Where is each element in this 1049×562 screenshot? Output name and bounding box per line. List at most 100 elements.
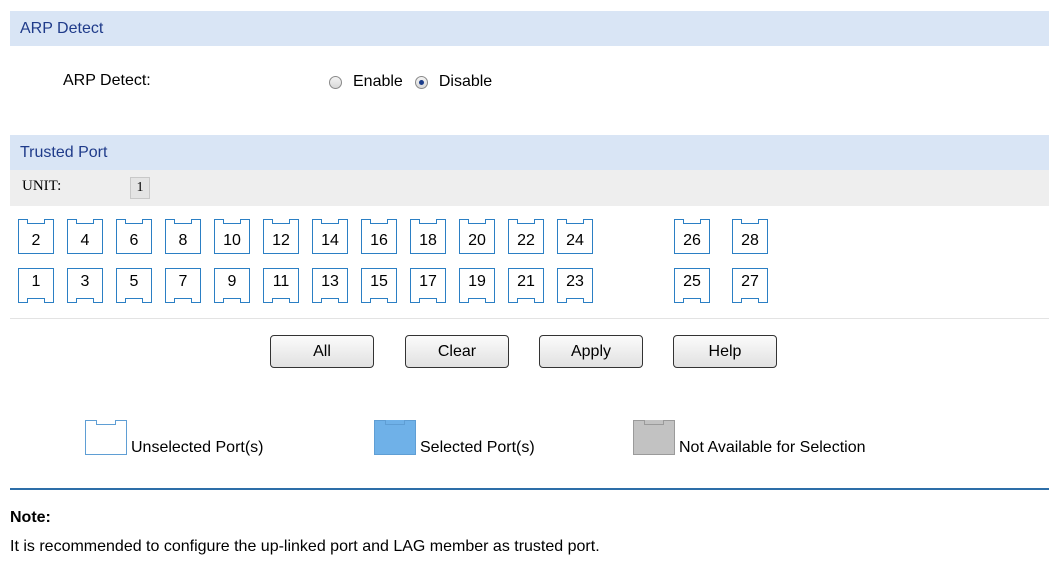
port-number: 6 xyxy=(129,232,139,249)
port-15[interactable]: 15 xyxy=(361,268,397,303)
port-notch xyxy=(517,219,535,224)
port-number: 28 xyxy=(741,232,759,249)
port-8[interactable]: 8 xyxy=(165,219,201,254)
port-4[interactable]: 4 xyxy=(67,219,103,254)
port-number: 27 xyxy=(741,273,759,290)
port-notch xyxy=(517,298,535,303)
port-23[interactable]: 23 xyxy=(557,268,593,303)
port-number: 9 xyxy=(227,273,237,290)
clear-button[interactable]: Clear xyxy=(405,335,509,368)
unselected-port-icon xyxy=(85,420,127,455)
port-17[interactable]: 17 xyxy=(410,268,446,303)
port-19[interactable]: 19 xyxy=(459,268,495,303)
note-title: Note: xyxy=(10,509,51,526)
port-28[interactable]: 28 xyxy=(732,219,768,254)
port-notch xyxy=(419,298,437,303)
disable-radio-label[interactable]: Disable xyxy=(439,73,492,91)
port-number: 16 xyxy=(370,232,388,249)
port-number: 7 xyxy=(178,273,188,290)
port-notch xyxy=(223,298,241,303)
port-number: 23 xyxy=(566,273,584,290)
port-22[interactable]: 22 xyxy=(508,219,544,254)
port-number: 24 xyxy=(566,232,584,249)
port-number: 22 xyxy=(517,232,535,249)
port-notch xyxy=(76,219,94,224)
port-notch xyxy=(321,298,339,303)
port-12[interactable]: 12 xyxy=(263,219,299,254)
port-6[interactable]: 6 xyxy=(116,219,152,254)
unselected-legend-label: Unselected Port(s) xyxy=(131,439,264,456)
port-5[interactable]: 5 xyxy=(116,268,152,303)
port-20[interactable]: 20 xyxy=(459,219,495,254)
port-14[interactable]: 14 xyxy=(312,219,348,254)
enable-radio-label[interactable]: Enable xyxy=(353,73,403,91)
port-10[interactable]: 10 xyxy=(214,219,250,254)
port-18[interactable]: 18 xyxy=(410,219,446,254)
port-notch xyxy=(272,219,290,224)
port-1[interactable]: 1 xyxy=(18,268,54,303)
port-7[interactable]: 7 xyxy=(165,268,201,303)
help-button[interactable]: Help xyxy=(673,335,777,368)
note-divider xyxy=(10,488,1049,490)
port-3[interactable]: 3 xyxy=(67,268,103,303)
port-21[interactable]: 21 xyxy=(508,268,544,303)
port-24[interactable]: 24 xyxy=(557,219,593,254)
port-notch xyxy=(321,219,339,224)
legend-port-notch xyxy=(385,420,405,425)
enable-radio[interactable] xyxy=(329,75,342,89)
port-notch xyxy=(683,298,701,303)
port-notch xyxy=(174,298,192,303)
port-number: 19 xyxy=(468,273,486,290)
port-2[interactable]: 2 xyxy=(18,219,54,254)
selected-legend-label: Selected Port(s) xyxy=(420,439,535,456)
port-notch xyxy=(223,219,241,224)
all-button[interactable]: All xyxy=(270,335,374,368)
port-11[interactable]: 11 xyxy=(263,268,299,303)
port-notch xyxy=(683,219,701,224)
port-number: 1 xyxy=(31,273,41,290)
port-number: 18 xyxy=(419,232,437,249)
port-number: 26 xyxy=(683,232,701,249)
port-number: 17 xyxy=(419,273,437,290)
port-number: 15 xyxy=(370,273,388,290)
unavailable-port-icon xyxy=(633,420,675,455)
apply-button[interactable]: Apply xyxy=(539,335,643,368)
port-9[interactable]: 9 xyxy=(214,268,250,303)
port-13[interactable]: 13 xyxy=(312,268,348,303)
port-notch xyxy=(370,298,388,303)
port-notch xyxy=(468,298,486,303)
trusted-port-header: Trusted Port xyxy=(10,135,1049,170)
port-notch xyxy=(419,219,437,224)
port-number: 3 xyxy=(80,273,90,290)
arp-detect-header: ARP Detect xyxy=(10,11,1049,46)
port-notch xyxy=(566,298,584,303)
port-number: 2 xyxy=(31,232,41,249)
port-notch xyxy=(125,219,143,224)
port-notch xyxy=(27,298,45,303)
port-16[interactable]: 16 xyxy=(361,219,397,254)
port-notch xyxy=(27,219,45,224)
port-27[interactable]: 27 xyxy=(732,268,768,303)
port-number: 12 xyxy=(272,232,290,249)
port-legend: Unselected Port(s) Selected Port(s) Not … xyxy=(0,420,1049,464)
port-25[interactable]: 25 xyxy=(674,268,710,303)
port-number: 11 xyxy=(272,273,290,290)
port-number: 5 xyxy=(129,273,139,290)
disable-radio[interactable] xyxy=(414,75,428,89)
port-notch xyxy=(272,298,290,303)
port-number: 4 xyxy=(80,232,90,249)
arp-detect-radio-group: Enable Disable xyxy=(329,70,504,94)
port-notch xyxy=(76,298,94,303)
port-number: 21 xyxy=(517,273,535,290)
unit-selector[interactable]: 1 xyxy=(130,177,150,199)
port-number: 14 xyxy=(321,232,339,249)
note-text: It is recommended to configure the up-li… xyxy=(10,538,600,555)
port-notch xyxy=(174,219,192,224)
port-notch xyxy=(741,219,759,224)
port-number: 10 xyxy=(223,232,241,249)
port-notch xyxy=(741,298,759,303)
arp-detect-row: ARP Detect: Enable Disable xyxy=(0,70,1049,94)
port-number: 13 xyxy=(321,273,339,290)
unit-label: UNIT: xyxy=(22,178,62,194)
port-26[interactable]: 26 xyxy=(674,219,710,254)
